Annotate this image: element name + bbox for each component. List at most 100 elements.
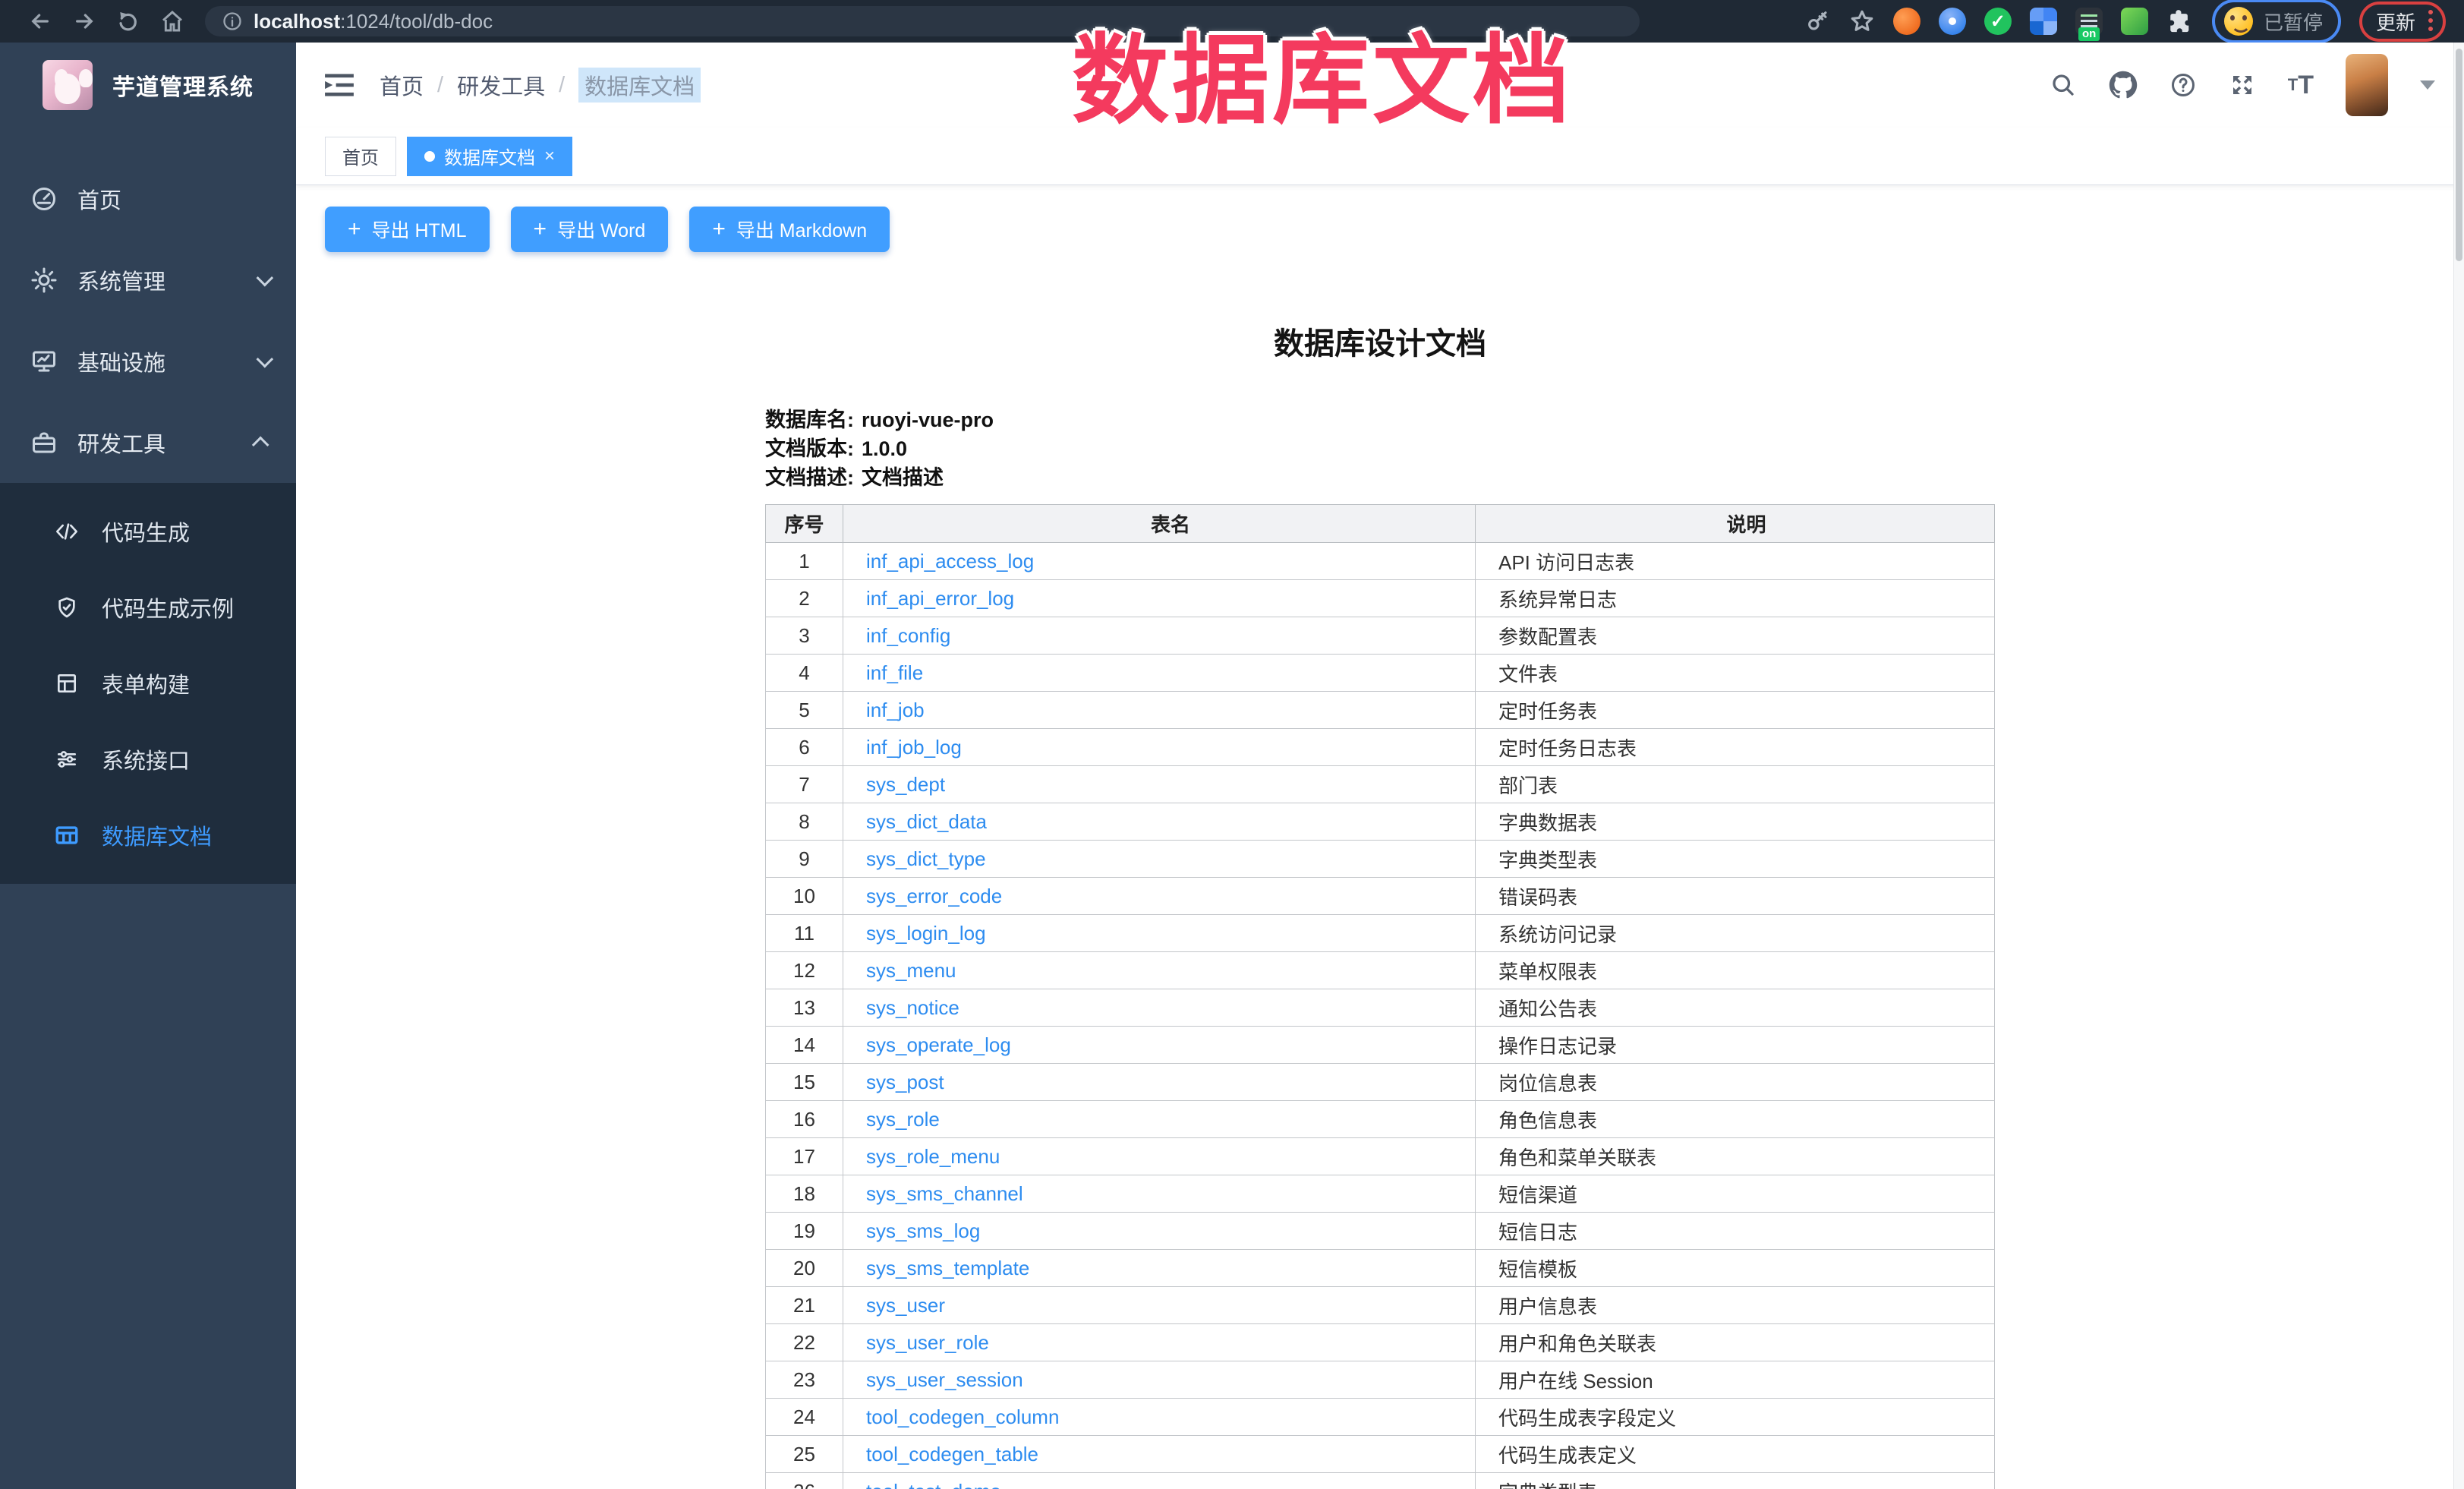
extension-icon-3[interactable]: ✓ bbox=[1984, 8, 2012, 35]
app-title: 芋道管理系统 bbox=[112, 68, 254, 102]
extensions-puzzle-icon[interactable] bbox=[2166, 8, 2194, 35]
sidebar-item-label: 表单构建 bbox=[102, 667, 190, 699]
sidebar-item-system-api[interactable]: 系统接口 bbox=[0, 721, 296, 797]
sidebar: 芋道管理系统 首页 系统管理 基础设施 bbox=[0, 43, 296, 1489]
paused-label: 已暂停 bbox=[2264, 8, 2323, 36]
table-name-link[interactable]: sys_dict_type bbox=[866, 847, 986, 870]
table-name-link[interactable]: inf_job bbox=[866, 699, 925, 721]
reload-icon[interactable] bbox=[106, 9, 150, 33]
site-info-icon[interactable] bbox=[222, 11, 243, 32]
column-header-desc: 说明 bbox=[1476, 505, 1995, 543]
annotation-overlay-title: 数据库文档 bbox=[1072, 2, 1573, 142]
breadcrumb-home[interactable]: 首页 bbox=[380, 69, 424, 101]
tab-home[interactable]: 首页 bbox=[325, 137, 396, 176]
emoji-extension-icon bbox=[2224, 7, 2253, 36]
row-description: 角色和菜单关联表 bbox=[1476, 1138, 1995, 1175]
row-description: API 访问日志表 bbox=[1476, 543, 1995, 580]
row-index: 7 bbox=[766, 766, 843, 803]
browser-menu-icon[interactable] bbox=[2428, 8, 2434, 34]
table-name-link[interactable]: tool_codegen_table bbox=[866, 1443, 1038, 1465]
form-grid-icon bbox=[52, 671, 82, 696]
extension-icon-4[interactable] bbox=[2030, 8, 2057, 35]
table-name-link[interactable]: sys_sms_template bbox=[866, 1257, 1029, 1279]
table-name-link[interactable]: inf_api_access_log bbox=[866, 550, 1034, 573]
sidebar-item-system-management[interactable]: 系统管理 bbox=[0, 239, 296, 320]
extension-icon-6[interactable] bbox=[2121, 8, 2148, 35]
key-icon[interactable] bbox=[1805, 8, 1831, 34]
table-name-link[interactable]: inf_config bbox=[866, 624, 950, 647]
row-index: 14 bbox=[766, 1027, 843, 1064]
search-icon[interactable] bbox=[2050, 71, 2077, 99]
table-name-link[interactable]: sys_user_session bbox=[866, 1368, 1023, 1391]
briefcase-icon bbox=[27, 429, 61, 456]
translate-paused-badge[interactable]: 已暂停 bbox=[2212, 0, 2341, 43]
table-name-link[interactable]: tool_codegen_column bbox=[866, 1405, 1059, 1428]
table-name-link[interactable]: sys_menu bbox=[866, 959, 956, 982]
sidebar-item-infrastructure[interactable]: 基础设施 bbox=[0, 320, 296, 402]
table-name-link[interactable]: sys_sms_log bbox=[866, 1219, 980, 1242]
sidebar-item-home[interactable]: 首页 bbox=[0, 158, 296, 239]
table-name-link[interactable]: sys_role bbox=[866, 1108, 940, 1131]
table-name-link[interactable]: sys_user bbox=[866, 1294, 945, 1317]
sidebar-item-db-doc[interactable]: 数据库文档 bbox=[0, 797, 296, 873]
page-scrollbar[interactable] bbox=[2453, 43, 2464, 1489]
row-index: 18 bbox=[766, 1175, 843, 1213]
table-name-link[interactable]: inf_job_log bbox=[866, 736, 962, 759]
breadcrumb-separator: / bbox=[437, 73, 443, 98]
table-row: 21 sys_user 用户信息表 bbox=[766, 1287, 1995, 1324]
row-description: 短信模板 bbox=[1476, 1250, 1995, 1287]
table-name-link[interactable]: inf_file bbox=[866, 661, 923, 684]
breadcrumb-dev-tools[interactable]: 研发工具 bbox=[457, 69, 545, 101]
table-name-link[interactable]: sys_notice bbox=[866, 996, 959, 1019]
table-name-link[interactable]: inf_api_error_log bbox=[866, 587, 1014, 610]
avatar[interactable] bbox=[2346, 54, 2388, 116]
help-icon[interactable] bbox=[2169, 71, 2197, 99]
font-size-icon[interactable]: TT bbox=[2288, 71, 2314, 100]
scrollbar-thumb[interactable] bbox=[2456, 49, 2462, 261]
github-icon[interactable] bbox=[2109, 71, 2138, 99]
table-name-link[interactable]: sys_operate_log bbox=[866, 1033, 1011, 1056]
meta-label: 数据库名: bbox=[765, 409, 854, 431]
table-name-link[interactable]: sys_dept bbox=[866, 773, 945, 796]
row-description: 短信渠道 bbox=[1476, 1175, 1995, 1213]
table-name-link[interactable]: sys_sms_channel bbox=[866, 1182, 1023, 1205]
tab-close-icon[interactable]: × bbox=[544, 147, 555, 166]
table-name-link[interactable]: sys_login_log bbox=[866, 922, 986, 945]
export-button[interactable]: + 导出 Markdown bbox=[689, 207, 890, 252]
chrome-update-button[interactable]: 更新 bbox=[2359, 2, 2446, 42]
sidebar-item-label: 代码生成示例 bbox=[102, 591, 234, 623]
tab-db-doc[interactable]: 数据库文档 × bbox=[407, 137, 572, 176]
table-name-link[interactable]: tool_test_demo bbox=[866, 1480, 1001, 1489]
sidebar-item-dev-tools[interactable]: 研发工具 bbox=[0, 402, 296, 483]
export-button[interactable]: + 导出 HTML bbox=[325, 207, 490, 252]
table-name-link[interactable]: sys_role_menu bbox=[866, 1145, 1000, 1168]
sidebar-item-code-generation-example[interactable]: 代码生成示例 bbox=[0, 569, 296, 645]
bookmark-star-icon[interactable] bbox=[1849, 8, 1875, 34]
extension-icon-5[interactable]: on bbox=[2075, 8, 2103, 35]
home-icon[interactable] bbox=[150, 9, 194, 33]
row-description: 字典类型表 bbox=[1476, 1473, 1995, 1489]
collapse-sidebar-icon[interactable] bbox=[325, 73, 354, 97]
table-name-link[interactable]: sys_error_code bbox=[866, 885, 1002, 907]
extension-icon-1[interactable] bbox=[1893, 8, 1920, 35]
row-index: 26 bbox=[766, 1473, 843, 1489]
row-description: 通知公告表 bbox=[1476, 989, 1995, 1027]
row-description: 系统访问记录 bbox=[1476, 915, 1995, 952]
row-description: 短信日志 bbox=[1476, 1213, 1995, 1250]
user-caret-down-icon[interactable] bbox=[2420, 80, 2435, 90]
back-icon[interactable] bbox=[18, 9, 62, 33]
forward-icon[interactable] bbox=[62, 9, 106, 33]
table-name-link[interactable]: sys_dict_data bbox=[866, 810, 987, 833]
table-row: 17 sys_role_menu 角色和菜单关联表 bbox=[766, 1138, 1995, 1175]
column-header-no: 序号 bbox=[766, 505, 843, 543]
fullscreen-icon[interactable] bbox=[2229, 71, 2256, 99]
sidebar-item-form-builder[interactable]: 表单构建 bbox=[0, 645, 296, 721]
extension-icon-2[interactable] bbox=[1939, 8, 1966, 35]
sidebar-item-code-generation[interactable]: 代码生成 bbox=[0, 494, 296, 569]
table-row: 8 sys_dict_data 字典数据表 bbox=[766, 803, 1995, 841]
export-button[interactable]: + 导出 Word bbox=[511, 207, 669, 252]
meta-line: 文档版本:1.0.0 bbox=[765, 434, 1995, 463]
table-name-link[interactable]: sys_user_role bbox=[866, 1331, 989, 1354]
table-name-link[interactable]: sys_post bbox=[866, 1071, 944, 1093]
table-row: 19 sys_sms_log 短信日志 bbox=[766, 1213, 1995, 1250]
